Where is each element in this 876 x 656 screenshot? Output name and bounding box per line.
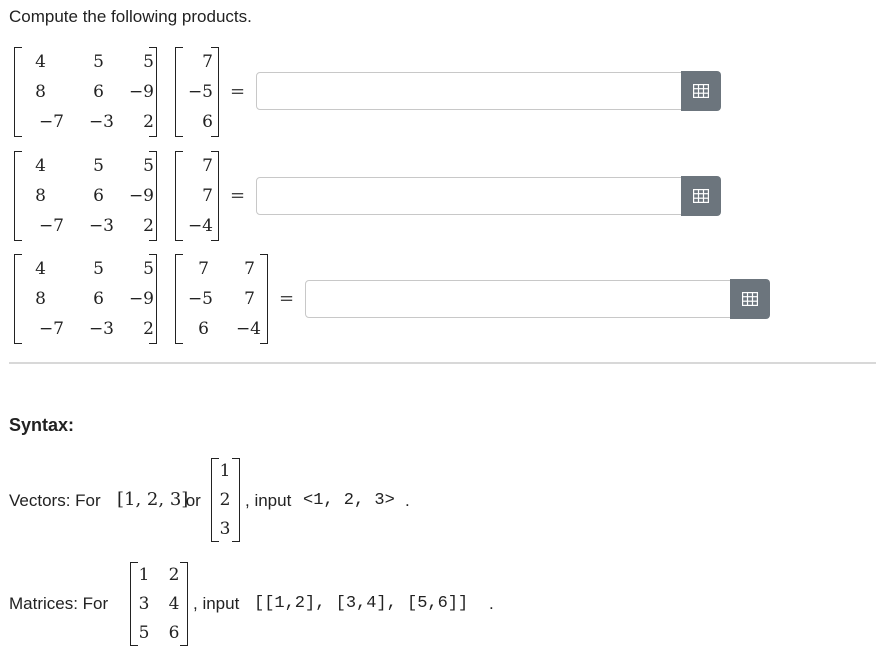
matrix-syntax-code: [[1,2], [3,4], [5,6]]: [254, 594, 469, 613]
equals-sign: =: [279, 288, 295, 309]
matrix-cell: 1: [138, 565, 150, 585]
p2-right-vector: 7 7 −4: [175, 151, 219, 241]
matrix-cell: 2: [219, 490, 231, 510]
matrix-cell: 6: [202, 112, 213, 132]
matrix-entry-button-1[interactable]: [681, 71, 721, 111]
matrix-cell: 3: [138, 594, 150, 614]
matrix-cell: −7: [38, 112, 64, 132]
matrix-cell: −3: [88, 112, 114, 132]
matrix-cell: −5: [187, 82, 213, 102]
matrix-cell: 2: [168, 565, 180, 585]
matrix-cell: −4: [235, 319, 261, 339]
vectors-suffix: .: [405, 491, 410, 510]
vector-syntax-code: <1, 2, 3>: [303, 491, 395, 510]
matrices-label: Matrices: For: [9, 594, 113, 613]
matrix-cell: 4: [168, 594, 180, 614]
p3-left-matrix: 4 5 5 8 6 −9 −7 −3 2: [14, 254, 157, 344]
matrix-cell: −7: [38, 216, 64, 236]
matrix-cell: −9: [128, 186, 154, 206]
matrix-cell: 4: [35, 52, 46, 72]
matrix-cell: 7: [198, 259, 209, 279]
p2-left-matrix: 4 5 5 8 6 −9 −7 −3 2: [14, 151, 157, 241]
matrix-cell: 1: [219, 461, 231, 481]
grid-icon: [693, 84, 709, 98]
matrix-cell: 5: [143, 156, 154, 176]
matrix-cell: 8: [35, 186, 46, 206]
grid-icon: [742, 292, 758, 306]
equals-sign: =: [230, 185, 246, 206]
vector-column-example: 1 2 3: [211, 458, 240, 542]
matrix-cell: 7: [244, 289, 255, 309]
matrix-cell: 7: [244, 259, 255, 279]
matrix-cell: 2: [143, 216, 154, 236]
matrix-example: 1 2 3 4 5 6: [130, 562, 188, 646]
matrix-cell: 7: [202, 52, 213, 72]
matrix-cell: 3: [219, 519, 231, 539]
matrix-cell: −5: [187, 289, 213, 309]
right-bracket: [260, 254, 268, 344]
answer-input-1[interactable]: [256, 72, 682, 110]
p1-left-matrix: 4 5 5 8 6 −9 −7 −3 2: [14, 47, 157, 137]
matrix-cell: 6: [93, 289, 104, 309]
p3-right-matrix: 7 7 −5 7 6 −4: [175, 254, 268, 344]
matrix-cell: 5: [93, 156, 104, 176]
matrix-cell: 2: [143, 112, 154, 132]
matrix-cell: −9: [128, 289, 154, 309]
answer-input-2[interactable]: [256, 177, 682, 215]
matrix-cell: −7: [38, 319, 64, 339]
matrix-cell: 6: [198, 319, 209, 339]
matrix-cell: 5: [93, 52, 104, 72]
matrix-cell: 8: [35, 82, 46, 102]
matrix-cell: −3: [88, 319, 114, 339]
matrix-cell: 6: [168, 623, 180, 643]
matrix-cell: 6: [93, 82, 104, 102]
matrix-cell: 2: [143, 319, 154, 339]
matrix-cell: 6: [93, 186, 104, 206]
p1-right-vector: 7 −5 6: [175, 47, 219, 137]
matrix-cell: 8: [35, 289, 46, 309]
section-divider: [9, 362, 876, 364]
matrices-input-prefix: , input: [193, 594, 245, 613]
vectors-label: Vectors: For: [9, 491, 101, 510]
grid-icon: [693, 189, 709, 203]
matrices-suffix: .: [489, 594, 494, 613]
matrix-cell: −9: [128, 82, 154, 102]
left-bracket: [14, 47, 22, 137]
vector-inline-example: [1, 2, 3]: [117, 489, 189, 510]
problem-prompt: Compute the following products.: [9, 7, 252, 26]
left-bracket: [14, 151, 22, 241]
matrix-cell: 7: [202, 186, 213, 206]
matrix-cell: 5: [93, 259, 104, 279]
vectors-or: or: [181, 491, 206, 510]
matrix-entry-button-2[interactable]: [681, 176, 721, 216]
matrix-cell: 5: [143, 259, 154, 279]
matrix-cell: 5: [138, 623, 150, 643]
matrix-cell: 4: [35, 259, 46, 279]
matrix-cell: −3: [88, 216, 114, 236]
matrix-entry-button-3[interactable]: [730, 279, 770, 319]
matrix-cell: 4: [35, 156, 46, 176]
matrix-cell: 5: [143, 52, 154, 72]
matrix-cell: −4: [187, 216, 213, 236]
right-bracket: [232, 458, 240, 542]
left-bracket: [14, 254, 22, 344]
syntax-heading: Syntax:: [9, 415, 75, 435]
vectors-input-prefix: , input: [245, 491, 297, 510]
answer-input-3[interactable]: [305, 280, 731, 318]
matrix-cell: 7: [202, 156, 213, 176]
equals-sign: =: [230, 81, 246, 102]
